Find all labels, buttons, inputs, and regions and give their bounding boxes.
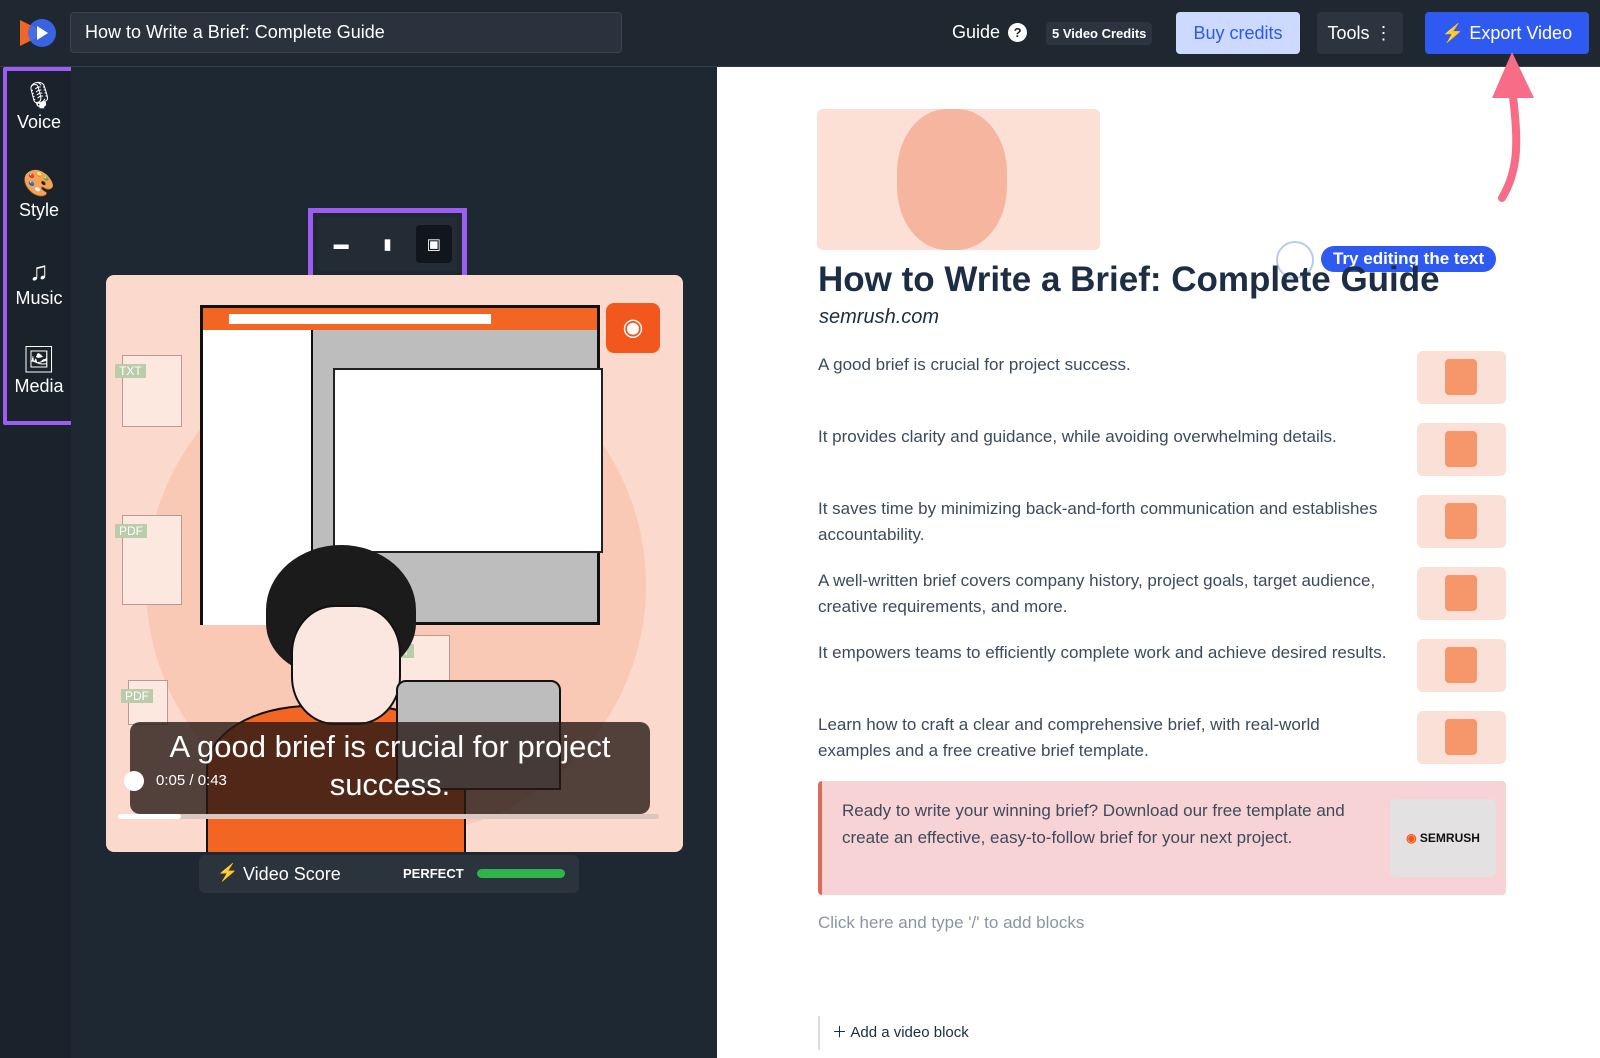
cta-text[interactable]: Ready to write your winning brief? Downl… [842, 798, 1382, 851]
script-item[interactable]: It empowers teams to efficiently complet… [818, 640, 1398, 666]
add-block-hint[interactable]: Click here and type '/' to add blocks [818, 913, 1084, 933]
plus-icon: ＋ [832, 1024, 848, 1041]
document-icon: TXT [115, 355, 182, 427]
guide-label: Guide [952, 22, 1001, 42]
export-label: Export Video [1469, 23, 1573, 43]
video-score[interactable]: ⚡ Video Score PERFECT [199, 855, 579, 893]
play-button[interactable] [124, 771, 144, 791]
item-thumbnail[interactable] [1417, 711, 1506, 764]
script-item[interactable]: It provides clarity and guidance, while … [818, 424, 1398, 450]
square-image-icon[interactable]: ▣ [415, 225, 452, 263]
script-item[interactable]: A well-written brief covers company hist… [818, 568, 1378, 620]
help-icon: ? [1008, 23, 1028, 42]
playback-time: 0:05 / 0:43 [156, 772, 227, 789]
item-thumbnail[interactable] [1417, 639, 1506, 692]
source-domain[interactable]: semrush.com [819, 306, 939, 329]
playback-progress-bar[interactable] [118, 814, 659, 819]
script-item[interactable]: Learn how to craft a clear and comprehen… [818, 712, 1388, 764]
semrush-logo: ◉ SEMRUSH [1390, 799, 1496, 877]
document-icon: PDF [121, 680, 168, 725]
lightning-icon: ⚡ [1441, 23, 1465, 43]
semrush-logo-icon: ◉ [606, 303, 660, 353]
lightning-icon: ⚡ [217, 863, 239, 882]
video-caption: A good brief is crucial for project succ… [130, 722, 650, 814]
add-video-block-button[interactable]: ＋ Add a video block [818, 1016, 981, 1050]
progress-fill [118, 814, 181, 819]
hero-image[interactable] [817, 109, 1100, 250]
item-thumbnail[interactable] [1417, 423, 1506, 476]
video-credits-badge: 5 Video Credits [1046, 22, 1153, 45]
document-title[interactable]: How to Write a Brief: Complete Guide [818, 260, 1440, 300]
item-thumbnail[interactable] [1417, 567, 1506, 620]
top-bar: How to Write a Brief: Complete Guide Gui… [0, 0, 1600, 67]
score-bar [477, 869, 565, 878]
landscape-icon[interactable]: ▬ [323, 225, 359, 263]
score-label: Video Score [243, 864, 341, 884]
aspect-ratio-toolbar: ▬ ▮ ▣ [308, 208, 467, 280]
score-fill [477, 869, 565, 878]
portrait-icon[interactable]: ▮ [369, 225, 405, 263]
script-item[interactable]: It saves time by minimizing back-and-for… [818, 496, 1378, 548]
video-player[interactable]: TXT PDF TXT PDF ◉ A good brief is crucia… [106, 275, 683, 852]
document-icon: PDF [115, 515, 182, 605]
video-title-input[interactable]: How to Write a Brief: Complete Guide [70, 12, 622, 53]
arrow-annotation-icon [1492, 52, 1534, 202]
sidebar-highlight [3, 67, 76, 425]
item-thumbnail[interactable] [1417, 351, 1506, 404]
tools-label: Tools [1327, 23, 1370, 43]
cta-block[interactable]: Ready to write your winning brief? Downl… [818, 781, 1506, 895]
guide-button[interactable]: Guide? [952, 22, 1028, 43]
score-status: PERFECT [403, 866, 464, 881]
tools-button[interactable]: Tools ⋮ [1317, 12, 1403, 54]
buy-credits-button[interactable]: Buy credits [1176, 12, 1300, 54]
more-vertical-icon: ⋮ [1374, 23, 1393, 43]
item-thumbnail[interactable] [1417, 495, 1506, 548]
script-item[interactable]: A good brief is crucial for project succ… [818, 352, 1398, 378]
app-logo [20, 19, 56, 47]
